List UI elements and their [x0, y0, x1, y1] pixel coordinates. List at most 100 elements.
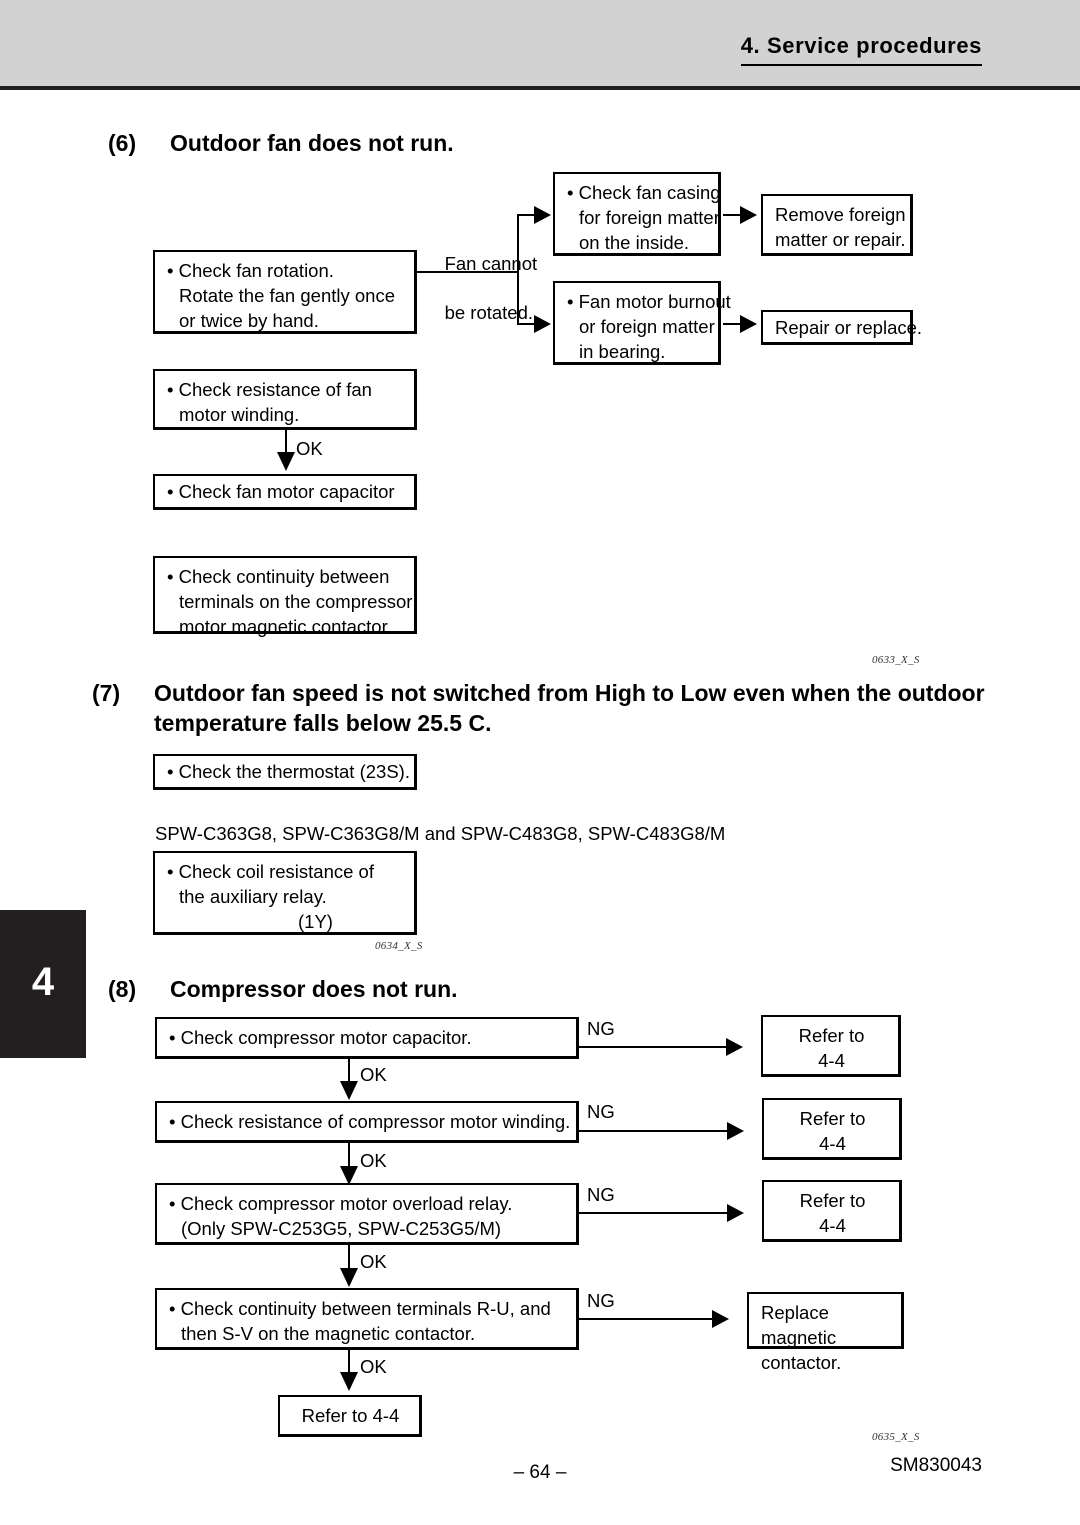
chapter-tab: 4 [0, 910, 86, 1058]
box-line: • Check continuity between [167, 566, 390, 587]
box-line: • Check the thermostat (23S). [167, 761, 410, 782]
box-line: • Check fan rotation. [167, 260, 334, 281]
arrow-to-repair-or-replace [740, 315, 757, 333]
box-line: Refer to 4-4 [301, 1405, 400, 1426]
box-check-fan-rotation: • Check fan rotation. Rotate the fan gen… [153, 250, 417, 334]
label-ok-3: OK [360, 1251, 387, 1272]
box-refer-to-4-4-second: Refer to 4-4 [762, 1098, 902, 1160]
box-line: or twice by hand. [179, 309, 319, 331]
box-line: for foreign matter [579, 206, 720, 228]
box-check-overload-relay: • Check compressor motor overload relay.… [155, 1183, 579, 1245]
box-refer-to-4-4-first: Refer to 4-4 [761, 1015, 901, 1077]
section-7-title-line1: Outdoor fan speed is not switched from H… [154, 680, 985, 706]
label-ng-4: NG [587, 1290, 615, 1311]
label-ng-2: NG [587, 1101, 615, 1122]
section-6-heading: (6) Outdoor fan does not run. [108, 128, 808, 158]
box-line: on the inside. [579, 231, 690, 253]
box-line: • Check continuity between terminals R-U… [169, 1298, 551, 1319]
section-6-title: Outdoor fan does not run. [170, 130, 454, 156]
section-8-number: (8) [108, 976, 137, 1002]
label-line: be rotated. [444, 302, 534, 324]
arrow-ok-3 [340, 1268, 358, 1287]
models-note-section7: SPW-C363G8, SPW-C363G8/M and SPW-C483G8,… [155, 823, 726, 844]
box-line: terminals on the compressor [179, 590, 413, 612]
box-check-fan-motor-capacitor: • Check fan motor capacitor [153, 474, 417, 510]
figure-id-0633: 0633_X_S [872, 654, 920, 666]
label-ng-3: NG [587, 1184, 615, 1205]
box-line: • Check resistance of compressor motor w… [169, 1111, 571, 1132]
section-6-number: (6) [108, 130, 137, 156]
section-8-heading: (8) Compressor does not run. [108, 974, 808, 1004]
box-line: Refer to [799, 1190, 866, 1211]
connector-branch-vertical [517, 215, 519, 325]
label-ok-4: OK [360, 1356, 387, 1377]
box-line: • Check fan casing [567, 182, 721, 203]
box-line: • Fan motor burnout [567, 291, 731, 312]
arrow-ng-3 [727, 1204, 744, 1222]
arrow-to-check-fan-casing [534, 206, 551, 224]
box-check-fan-motor-resistance: • Check resistance of fan motor winding. [153, 369, 417, 430]
box-line: Refer to [799, 1108, 866, 1129]
box-line: Refer to [798, 1025, 865, 1046]
box-line: • Check compressor motor capacitor. [169, 1027, 472, 1048]
arrow-ok-1 [340, 1081, 358, 1100]
box-line: or foreign matter [579, 315, 715, 337]
label-ok-2: OK [360, 1150, 387, 1171]
connector-ng-1 [579, 1046, 731, 1048]
connector-ng-2 [579, 1130, 732, 1132]
arrow-down-to-capacitor [277, 452, 295, 471]
box-line: • Check fan motor capacitor [167, 481, 395, 502]
connector-ng-4 [579, 1318, 716, 1320]
arrow-to-fan-motor-burnout [534, 315, 551, 333]
box-line: then S-V on the magnetic contactor. [181, 1322, 476, 1344]
connector-ok-2 [348, 1143, 350, 1168]
arrow-ng-4 [712, 1310, 729, 1328]
page-header-title: 4. Service procedures [740, 33, 982, 66]
section-7-title-line2: temperature falls below 25.5 C. [154, 710, 492, 737]
box-line: Rotate the fan gently once [179, 284, 395, 306]
box-line: contactor. [761, 1351, 842, 1373]
box-line: (Only SPW-C253G5, SPW-C253G5/M) [181, 1217, 502, 1239]
box-line: motor winding. [179, 403, 300, 425]
box-check-fan-casing: • Check fan casing for foreign matter on… [553, 172, 721, 256]
figure-id-0635: 0635_X_S [872, 1431, 920, 1443]
box-check-thermostat: • Check the thermostat (23S). [153, 754, 417, 790]
box-line: matter or repair. [775, 228, 906, 250]
section-7-number: (7) [92, 680, 121, 706]
connector-branch-stem [417, 271, 518, 273]
box-check-continuity-contactor: • Check continuity between terminals on … [153, 556, 417, 637]
label-ok-1: OK [360, 1064, 387, 1085]
box-repair-or-replace: Repair or replace. [761, 310, 923, 345]
arrow-ng-2 [727, 1122, 744, 1140]
box-line: • Check compressor motor overload relay. [169, 1193, 513, 1214]
box-refer-to-4-4-final: Refer to 4-4 [278, 1395, 422, 1437]
box-line: 4-4 [819, 1132, 846, 1154]
arrow-to-remove-foreign-matter [740, 206, 757, 224]
box-check-compressor-winding: • Check resistance of compressor motor w… [155, 1101, 579, 1143]
box-line: Repair or replace. [775, 317, 923, 338]
connector-ng-3 [579, 1212, 732, 1214]
box-line: • Check coil resistance of [167, 861, 374, 882]
label-ng-1: NG [587, 1018, 615, 1039]
box-check-terminals-contactor: • Check continuity between terminals R-U… [155, 1288, 579, 1350]
connector-ok-3 [348, 1245, 350, 1270]
section-8-title: Compressor does not run. [170, 976, 458, 1002]
arrow-ok-4 [340, 1372, 358, 1391]
box-line: Replace magnetic [761, 1302, 837, 1348]
figure-id-0634: 0634_X_S [375, 940, 423, 952]
label-fan-cannot-be-rotated: Fan cannot be rotated. [424, 228, 538, 350]
box-refer-to-4-4-third: Refer to 4-4 [762, 1180, 902, 1242]
box-line: • Check resistance of fan [167, 379, 372, 400]
box-line: in bearing. [579, 340, 666, 362]
box-fan-motor-burnout: • Fan motor burnout or foreign matter in… [553, 281, 731, 365]
arrow-ng-1 [726, 1038, 743, 1056]
box-replace-magnetic-contactor: Replace magnetic contactor. [747, 1292, 904, 1373]
box-line: the auxiliary relay. [179, 885, 327, 907]
chapter-tab-number: 4 [31, 960, 55, 1004]
box-check-coil-resistance: • Check coil resistance of the auxiliary… [153, 851, 417, 935]
section-7-heading: (7) Outdoor fan speed is not switched fr… [92, 678, 992, 739]
box-check-compressor-capacitor: • Check compressor motor capacitor. [155, 1017, 579, 1059]
header-rule [0, 86, 1080, 90]
manual-page: 4. Service procedures 4 (6) Outdoor fan … [0, 0, 1080, 1525]
box-line: 4-4 [818, 1049, 845, 1071]
